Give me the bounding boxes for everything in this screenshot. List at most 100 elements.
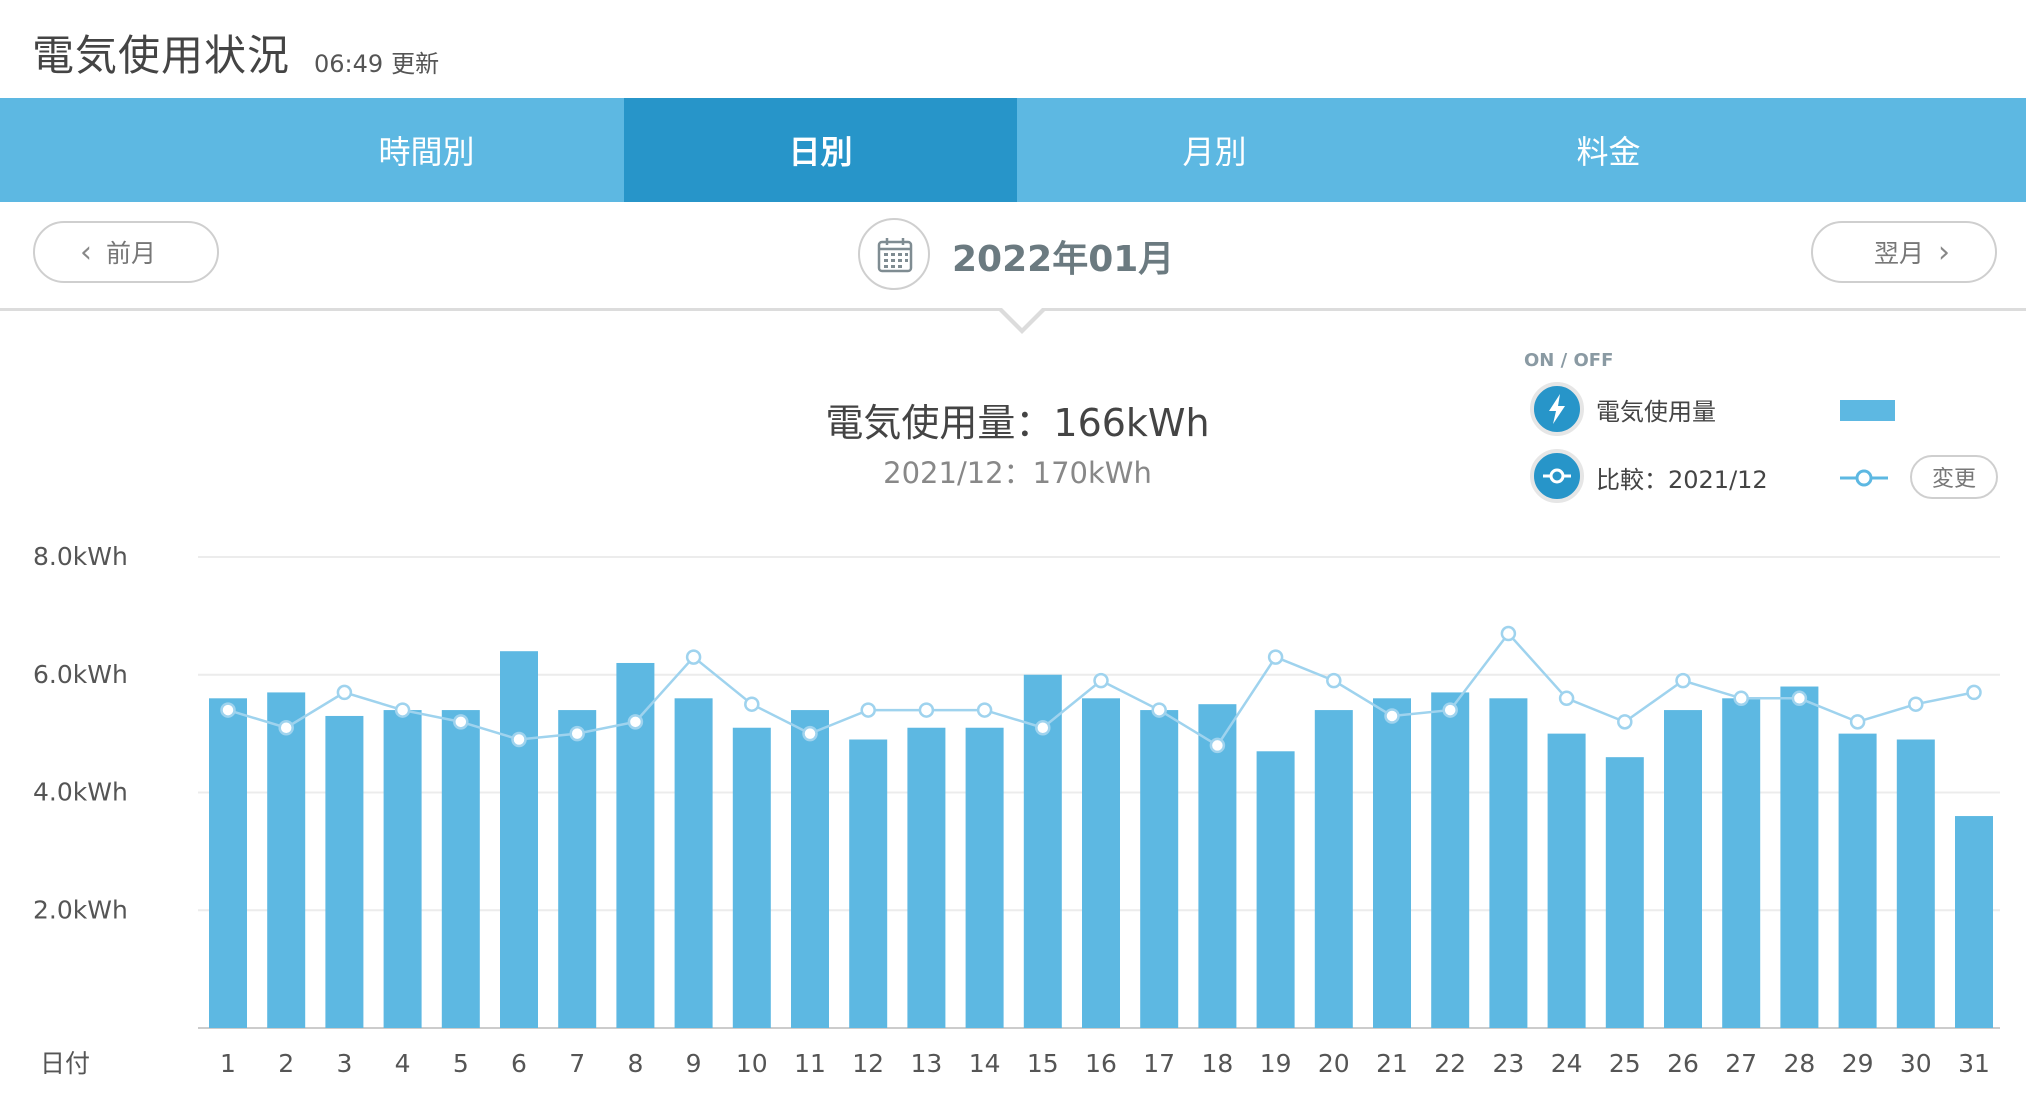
usage-bar <box>325 715 364 1028</box>
comparison-total: 2021/12：170kWh <box>883 456 1152 490</box>
usage-bar <box>1373 698 1411 1028</box>
comparison-point <box>1617 714 1633 730</box>
comparison-point <box>394 702 411 718</box>
legend-onoff-label: ON / OFF <box>1524 350 1614 371</box>
usage-bar <box>1082 698 1120 1028</box>
x-tick-label: 7 <box>569 1049 585 1078</box>
comparison-point <box>1500 625 1517 642</box>
x-axis-label: 日付 <box>40 1049 90 1078</box>
x-tick-label: 10 <box>736 1049 768 1078</box>
usage-bar <box>1314 710 1353 1028</box>
x-tick-label: 22 <box>1434 1049 1466 1078</box>
comparison-point <box>627 714 644 730</box>
tab-monthly[interactable]: 月別 <box>1018 98 1411 202</box>
chevron-right-icon: › <box>1938 234 1950 270</box>
comparison-point <box>1151 702 1167 718</box>
update-time-value: 06:49 <box>314 50 384 78</box>
comparison-line-icon <box>1543 468 1571 484</box>
usage-bar <box>1140 710 1179 1028</box>
x-tick-label: 30 <box>1900 1049 1932 1078</box>
x-tick-label: 2 <box>278 1049 294 1078</box>
x-tick-label: 21 <box>1376 1049 1408 1078</box>
x-tick-label: 18 <box>1201 1049 1233 1078</box>
prev-month-label: 前月 <box>105 239 156 268</box>
usage-bar <box>1605 757 1644 1028</box>
usage-legend-swatch <box>1840 400 1895 421</box>
usage-bar <box>1896 739 1935 1028</box>
tab-hourly[interactable]: 時間別 <box>230 98 623 202</box>
x-tick-label: 3 <box>336 1049 352 1078</box>
calendar-button[interactable] <box>858 218 930 290</box>
comparison-legend-label: 比較：2021/12 <box>1596 466 1768 494</box>
comparison-point <box>976 702 993 718</box>
x-tick-label: 31 <box>1958 1049 1990 1078</box>
usage-bar <box>1489 698 1528 1028</box>
prev-month-button[interactable]: ‹ 前月 <box>33 221 219 283</box>
comparison-point <box>1675 672 1691 689</box>
month-navigation: ‹ 前月 2022年01月 翌月 › <box>0 202 2026 311</box>
y-tick-label: 4.0kWh <box>33 778 128 807</box>
page-title: 電気使用状況 <box>32 31 291 80</box>
comparison-point <box>1209 737 1226 754</box>
tab-bar: 時間別 日別 月別 料金 <box>0 98 2026 202</box>
comparison-point <box>685 649 702 665</box>
x-tick-label: 20 <box>1318 1049 1350 1078</box>
usage-legend-label: 電気使用量 <box>1596 398 1716 426</box>
comparison-point <box>744 696 760 712</box>
x-tick-label: 1 <box>220 1049 236 1078</box>
tab-daily[interactable]: 日別 <box>624 98 1017 202</box>
y-tick-label: 6.0kWh <box>33 660 128 689</box>
x-tick-label: 6 <box>511 1049 527 1078</box>
update-time-label: 更新 <box>391 50 440 78</box>
comparison-point <box>569 725 585 742</box>
comparison-point <box>802 725 818 742</box>
usage-bar <box>1547 733 1586 1028</box>
usage-bar <box>558 710 597 1028</box>
usage-bar <box>732 727 771 1028</box>
comparison-point <box>1326 672 1342 689</box>
x-tick-label: 12 <box>852 1049 884 1078</box>
current-month: 2022年01月 <box>952 239 1175 280</box>
usage-bar <box>267 692 306 1028</box>
x-tick-label: 9 <box>686 1049 702 1078</box>
x-tick-label: 14 <box>969 1049 1001 1078</box>
comparison-point <box>1442 702 1458 718</box>
comparison-point <box>1849 714 1866 730</box>
change-comparison-button[interactable]: 変更 <box>1910 455 1998 499</box>
x-tick-label: 15 <box>1027 1049 1059 1078</box>
comparison-point <box>1791 690 1808 707</box>
header: 電気使用状況 06:49 更新 <box>0 0 2026 98</box>
x-tick-label: 16 <box>1085 1049 1117 1078</box>
x-tick-label: 4 <box>395 1049 411 1078</box>
comparison-point <box>511 731 527 748</box>
comparison-point <box>1267 649 1284 665</box>
x-tick-label: 13 <box>910 1049 942 1078</box>
update-time: 06:49 更新 <box>314 44 439 79</box>
x-tick-label: 26 <box>1667 1049 1699 1078</box>
comparison-toggle[interactable] <box>1530 449 1584 503</box>
x-tick-label: 25 <box>1609 1049 1641 1078</box>
usage-bar <box>1780 686 1819 1028</box>
comparison-point <box>278 719 294 736</box>
comparison-point <box>1966 684 1982 701</box>
x-tick-label: 8 <box>627 1049 643 1078</box>
usage-bar <box>500 651 538 1028</box>
comparison-point <box>918 702 935 718</box>
tab-price[interactable]: 料金 <box>1412 98 1805 202</box>
usage-bar <box>965 727 1004 1028</box>
comparison-point <box>1558 690 1575 707</box>
usage-bar <box>1431 692 1470 1028</box>
comparison-point <box>453 714 469 730</box>
comparison-point <box>1733 690 1749 707</box>
usage-bar <box>383 710 422 1028</box>
x-tick-label: 11 <box>794 1049 826 1078</box>
comparison-point <box>1035 719 1051 736</box>
usage-chart: 8.0kWh6.0kWh4.0kWh2.0kWh1 2 3 4 5 6 7 8 9 10 11 12 1… <box>33 542 2000 1078</box>
usage-bar <box>1955 816 1993 1028</box>
comparison-legend-swatch <box>1840 469 1888 487</box>
usage-toggle[interactable] <box>1530 382 1584 436</box>
comparison-point <box>860 702 876 718</box>
calendar-icon <box>877 238 913 273</box>
comparison-point <box>336 684 353 701</box>
next-month-button[interactable]: 翌月 › <box>1811 221 1997 283</box>
